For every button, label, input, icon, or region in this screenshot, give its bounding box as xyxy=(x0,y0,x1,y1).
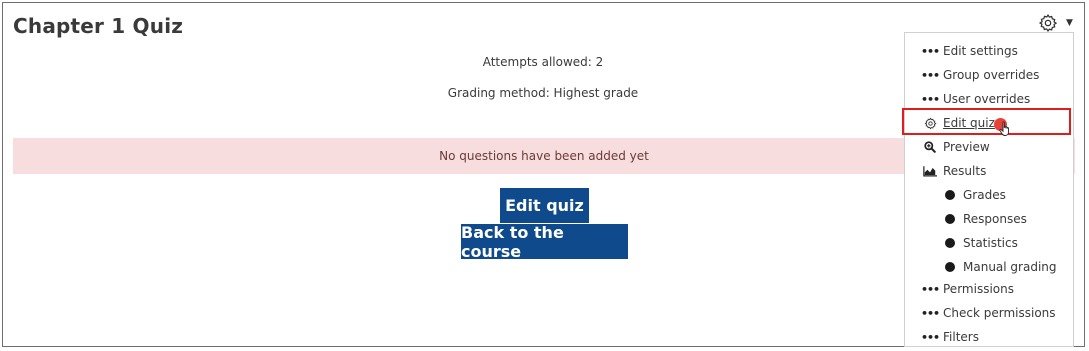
gear-icon xyxy=(1038,13,1058,32)
gear-icon xyxy=(923,116,937,130)
page-title: Chapter 1 Quiz xyxy=(13,14,184,38)
menu-item-check-permissions[interactable]: ••• Check permissions xyxy=(905,302,1073,324)
menu-item-grades[interactable]: Grades xyxy=(905,184,1073,206)
hand-cursor-icon xyxy=(999,121,1009,136)
dots-icon: ••• xyxy=(920,44,940,58)
dots-icon: ••• xyxy=(920,330,940,344)
dots-icon: ••• xyxy=(920,306,940,320)
menu-item-results[interactable]: Results xyxy=(905,160,1073,182)
menu-item-permissions[interactable]: ••• Permissions xyxy=(905,278,1073,300)
area-chart-icon xyxy=(923,164,937,178)
menu-item-filters[interactable]: ••• Filters xyxy=(905,326,1073,348)
bullet-icon xyxy=(943,212,957,226)
chevron-down-icon: ▼ xyxy=(1066,18,1073,28)
menu-item-preview[interactable]: Preview xyxy=(905,136,1073,158)
bullet-icon xyxy=(943,236,957,250)
bullet-icon xyxy=(943,188,957,202)
actions-dropdown-menu: ••• Edit settings ••• Group overrides ••… xyxy=(904,32,1074,347)
edit-quiz-button[interactable]: Edit quiz xyxy=(500,188,589,223)
dots-icon: ••• xyxy=(920,282,940,296)
back-to-course-button[interactable]: Back to the course xyxy=(461,223,628,261)
menu-item-responses[interactable]: Responses xyxy=(905,208,1073,230)
menu-item-manual-grading[interactable]: Manual grading xyxy=(905,256,1073,278)
menu-item-user-overrides[interactable]: ••• User overrides xyxy=(905,88,1073,110)
menu-item-group-overrides[interactable]: ••• Group overrides xyxy=(905,64,1073,86)
bullet-icon xyxy=(943,260,957,274)
dots-icon: ••• xyxy=(920,68,940,82)
dots-icon: ••• xyxy=(920,92,940,106)
menu-item-edit-quiz[interactable]: Edit quiz xyxy=(905,112,1073,134)
menu-item-edit-settings[interactable]: ••• Edit settings xyxy=(905,40,1073,62)
magnifier-icon xyxy=(923,140,937,154)
menu-item-statistics[interactable]: Statistics xyxy=(905,232,1073,254)
